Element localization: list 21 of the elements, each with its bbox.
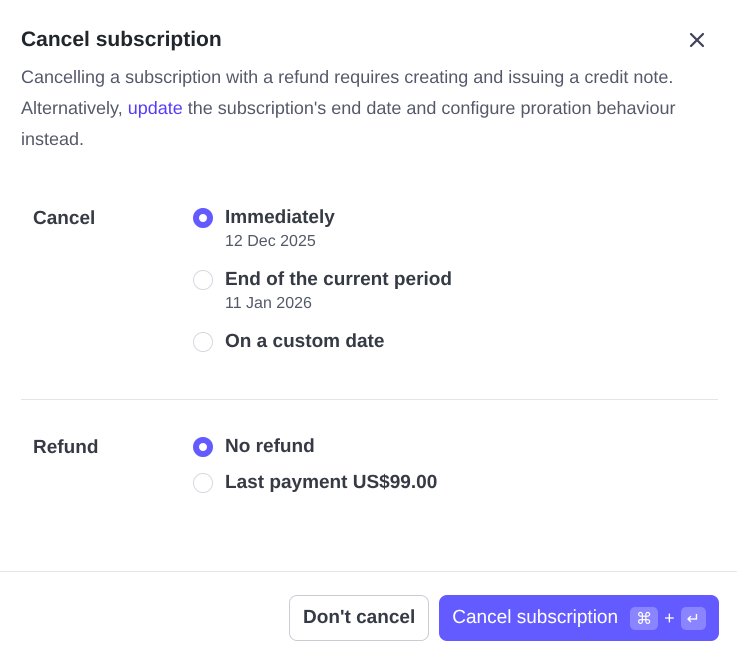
dont-cancel-button[interactable]: Don't cancel <box>289 595 430 641</box>
option-date: 12 Dec 2025 <box>225 233 317 251</box>
radio-button[interactable] <box>193 208 213 228</box>
option-label: Immediately <box>225 207 335 229</box>
option-label: On a custom date <box>225 331 384 353</box>
option-date: 11 Jan 2026 <box>225 295 313 313</box>
update-link[interactable]: update <box>128 98 183 118</box>
option-label: No refund <box>225 436 315 458</box>
cancel-subscription-button[interactable]: Cancel subscription ⌘ + ↵ <box>439 595 719 641</box>
section-label: Refund <box>33 436 100 460</box>
dialog-description: Cancelling a subscription with a refund requires creating and issuing a credit note. Alternatively, update the subscription's end date and configure proration behaviour instead. <box>21 66 677 151</box>
option-label: Last payment US$99.00 <box>225 472 438 494</box>
shortcut-key: ↵ <box>680 606 706 630</box>
section-label: Cancel <box>33 207 96 231</box>
close-icon <box>689 32 705 48</box>
close-button[interactable] <box>687 30 707 50</box>
radio-button[interactable] <box>193 437 213 457</box>
dialog-title: Cancel subscription <box>21 28 222 52</box>
option-label: End of the current period <box>225 269 452 291</box>
plus-sign: + <box>664 608 675 628</box>
shortcut-key: ⌘ <box>630 606 658 630</box>
